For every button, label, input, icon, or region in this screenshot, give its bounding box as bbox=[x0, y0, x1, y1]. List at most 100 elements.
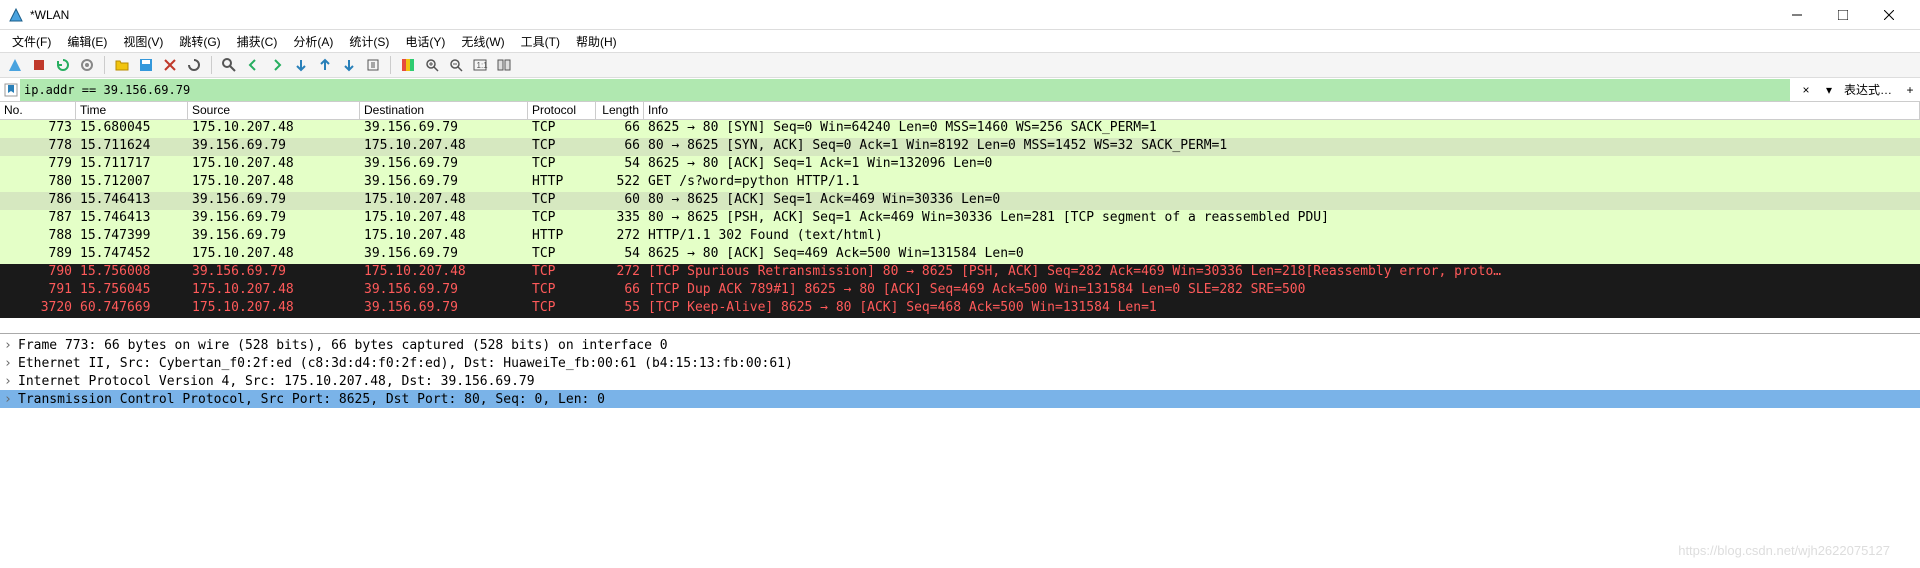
packet-list[interactable]: No. Time Source Destination Protocol Len… bbox=[0, 102, 1920, 334]
start-capture-button[interactable] bbox=[4, 54, 26, 76]
cell-protocol: TCP bbox=[528, 282, 596, 300]
cell-info: [TCP Keep-Alive] 8625 → 80 [ACK] Seq=468… bbox=[644, 300, 1920, 318]
cell-time: 15.711624 bbox=[76, 138, 188, 156]
packet-row[interactable]: 77915.711717175.10.207.4839.156.69.79TCP… bbox=[0, 156, 1920, 174]
expression-button[interactable]: 表达式… bbox=[1836, 81, 1900, 98]
expand-arrow-icon[interactable]: › bbox=[4, 392, 18, 407]
cell-no: 779 bbox=[0, 156, 76, 174]
window-title: *WLAN bbox=[30, 8, 1774, 22]
menu-view[interactable]: 视图(V) bbox=[115, 31, 171, 52]
zoom-reset-button[interactable]: 1:1 bbox=[469, 54, 491, 76]
minimize-button[interactable] bbox=[1774, 0, 1820, 30]
packet-row[interactable]: 77315.680045175.10.207.4839.156.69.79TCP… bbox=[0, 120, 1920, 138]
cell-length: 54 bbox=[596, 156, 644, 174]
cell-info: HTTP/1.1 302 Found (text/html) bbox=[644, 228, 1920, 246]
resize-columns-button[interactable] bbox=[493, 54, 515, 76]
detail-tree-item[interactable]: ›Internet Protocol Version 4, Src: 175.1… bbox=[0, 372, 1920, 390]
menu-file[interactable]: 文件(F) bbox=[4, 31, 59, 52]
save-file-button[interactable] bbox=[135, 54, 157, 76]
cell-destination: 175.10.207.48 bbox=[360, 210, 528, 228]
menu-analyze[interactable]: 分析(A) bbox=[285, 31, 341, 52]
close-file-button[interactable] bbox=[159, 54, 181, 76]
detail-tree-item[interactable]: ›Transmission Control Protocol, Src Port… bbox=[0, 390, 1920, 408]
detail-tree-item[interactable]: ›Ethernet II, Src: Cybertan_f0:2f:ed (c8… bbox=[0, 354, 1920, 372]
column-source[interactable]: Source bbox=[188, 102, 360, 119]
maximize-button[interactable] bbox=[1820, 0, 1866, 30]
menu-statistics[interactable]: 统计(S) bbox=[341, 31, 397, 52]
cell-length: 272 bbox=[596, 264, 644, 282]
expand-arrow-icon[interactable]: › bbox=[4, 374, 18, 389]
clear-filter-button[interactable]: × bbox=[1790, 83, 1822, 97]
detail-text: Transmission Control Protocol, Src Port:… bbox=[18, 392, 605, 407]
zoom-out-button[interactable] bbox=[445, 54, 467, 76]
column-time[interactable]: Time bbox=[76, 102, 188, 119]
cell-destination: 175.10.207.48 bbox=[360, 264, 528, 282]
filter-bar: × ▾ 表达式… + bbox=[0, 78, 1920, 102]
packet-row[interactable]: 78015.712007175.10.207.4839.156.69.79HTT… bbox=[0, 174, 1920, 192]
cell-protocol: HTTP bbox=[528, 228, 596, 246]
packet-row[interactable]: 78815.74739939.156.69.79175.10.207.48HTT… bbox=[0, 228, 1920, 246]
packet-row[interactable]: 77815.71162439.156.69.79175.10.207.48TCP… bbox=[0, 138, 1920, 156]
cell-length: 522 bbox=[596, 174, 644, 192]
restart-capture-button[interactable] bbox=[52, 54, 74, 76]
zoom-in-button[interactable] bbox=[421, 54, 443, 76]
packet-row[interactable]: 372060.747669175.10.207.4839.156.69.79TC… bbox=[0, 300, 1920, 318]
cell-source: 175.10.207.48 bbox=[188, 246, 360, 264]
menu-edit[interactable]: 编辑(E) bbox=[59, 31, 115, 52]
cell-destination: 39.156.69.79 bbox=[360, 282, 528, 300]
packet-details[interactable]: ›Frame 773: 66 bytes on wire (528 bits),… bbox=[0, 334, 1920, 410]
autoscroll-button[interactable] bbox=[362, 54, 384, 76]
go-next-button[interactable] bbox=[266, 54, 288, 76]
colorize-button[interactable] bbox=[397, 54, 419, 76]
cell-source: 39.156.69.79 bbox=[188, 228, 360, 246]
packet-row[interactable]: 78615.74641339.156.69.79175.10.207.48TCP… bbox=[0, 192, 1920, 210]
packet-row[interactable]: 79015.75600839.156.69.79175.10.207.48TCP… bbox=[0, 264, 1920, 282]
cell-source: 39.156.69.79 bbox=[188, 192, 360, 210]
find-packet-button[interactable] bbox=[218, 54, 240, 76]
detail-tree-item[interactable]: ›Frame 773: 66 bytes on wire (528 bits),… bbox=[0, 336, 1920, 354]
packet-row[interactable]: 78915.747452175.10.207.4839.156.69.79TCP… bbox=[0, 246, 1920, 264]
packet-row[interactable]: 78715.74641339.156.69.79175.10.207.48TCP… bbox=[0, 210, 1920, 228]
close-button[interactable] bbox=[1866, 0, 1912, 30]
packet-row[interactable]: 79115.756045175.10.207.4839.156.69.79TCP… bbox=[0, 282, 1920, 300]
reload-button[interactable] bbox=[183, 54, 205, 76]
column-destination[interactable]: Destination bbox=[360, 102, 528, 119]
cell-source: 39.156.69.79 bbox=[188, 264, 360, 282]
cell-source: 39.156.69.79 bbox=[188, 210, 360, 228]
column-protocol[interactable]: Protocol bbox=[528, 102, 596, 119]
packet-list-header[interactable]: No. Time Source Destination Protocol Len… bbox=[0, 102, 1920, 120]
cell-length: 60 bbox=[596, 192, 644, 210]
cell-protocol: TCP bbox=[528, 264, 596, 282]
cell-no: 780 bbox=[0, 174, 76, 192]
filter-dropdown-icon[interactable]: ▾ bbox=[1822, 83, 1836, 97]
display-filter-input[interactable] bbox=[20, 79, 1790, 101]
cell-destination: 39.156.69.79 bbox=[360, 120, 528, 138]
go-first-button[interactable] bbox=[314, 54, 336, 76]
cell-protocol: TCP bbox=[528, 156, 596, 174]
menu-capture[interactable]: 捕获(C) bbox=[229, 31, 286, 52]
go-last-button[interactable] bbox=[338, 54, 360, 76]
open-file-button[interactable] bbox=[111, 54, 133, 76]
go-to-packet-button[interactable] bbox=[290, 54, 312, 76]
expand-arrow-icon[interactable]: › bbox=[4, 356, 18, 371]
expand-arrow-icon[interactable]: › bbox=[4, 338, 18, 353]
go-previous-button[interactable] bbox=[242, 54, 264, 76]
menu-telephony[interactable]: 电话(Y) bbox=[397, 31, 453, 52]
menu-help[interactable]: 帮助(H) bbox=[568, 31, 625, 52]
bookmark-filter-icon[interactable] bbox=[2, 81, 20, 99]
stop-capture-button[interactable] bbox=[28, 54, 50, 76]
add-filter-button[interactable]: + bbox=[1900, 83, 1920, 97]
capture-options-button[interactable] bbox=[76, 54, 98, 76]
column-info[interactable]: Info bbox=[644, 102, 1920, 119]
cell-destination: 39.156.69.79 bbox=[360, 174, 528, 192]
menu-wireless[interactable]: 无线(W) bbox=[453, 31, 512, 52]
cell-info: 8625 → 80 [ACK] Seq=1 Ack=1 Win=132096 L… bbox=[644, 156, 1920, 174]
menu-go[interactable]: 跳转(G) bbox=[171, 31, 228, 52]
cell-source: 175.10.207.48 bbox=[188, 156, 360, 174]
cell-length: 55 bbox=[596, 300, 644, 318]
column-length[interactable]: Length bbox=[596, 102, 644, 119]
cell-no: 3720 bbox=[0, 300, 76, 318]
menu-tools[interactable]: 工具(T) bbox=[513, 31, 568, 52]
column-no[interactable]: No. bbox=[0, 102, 76, 119]
watermark: https://blog.csdn.net/wjh2622075127 bbox=[1678, 543, 1890, 558]
